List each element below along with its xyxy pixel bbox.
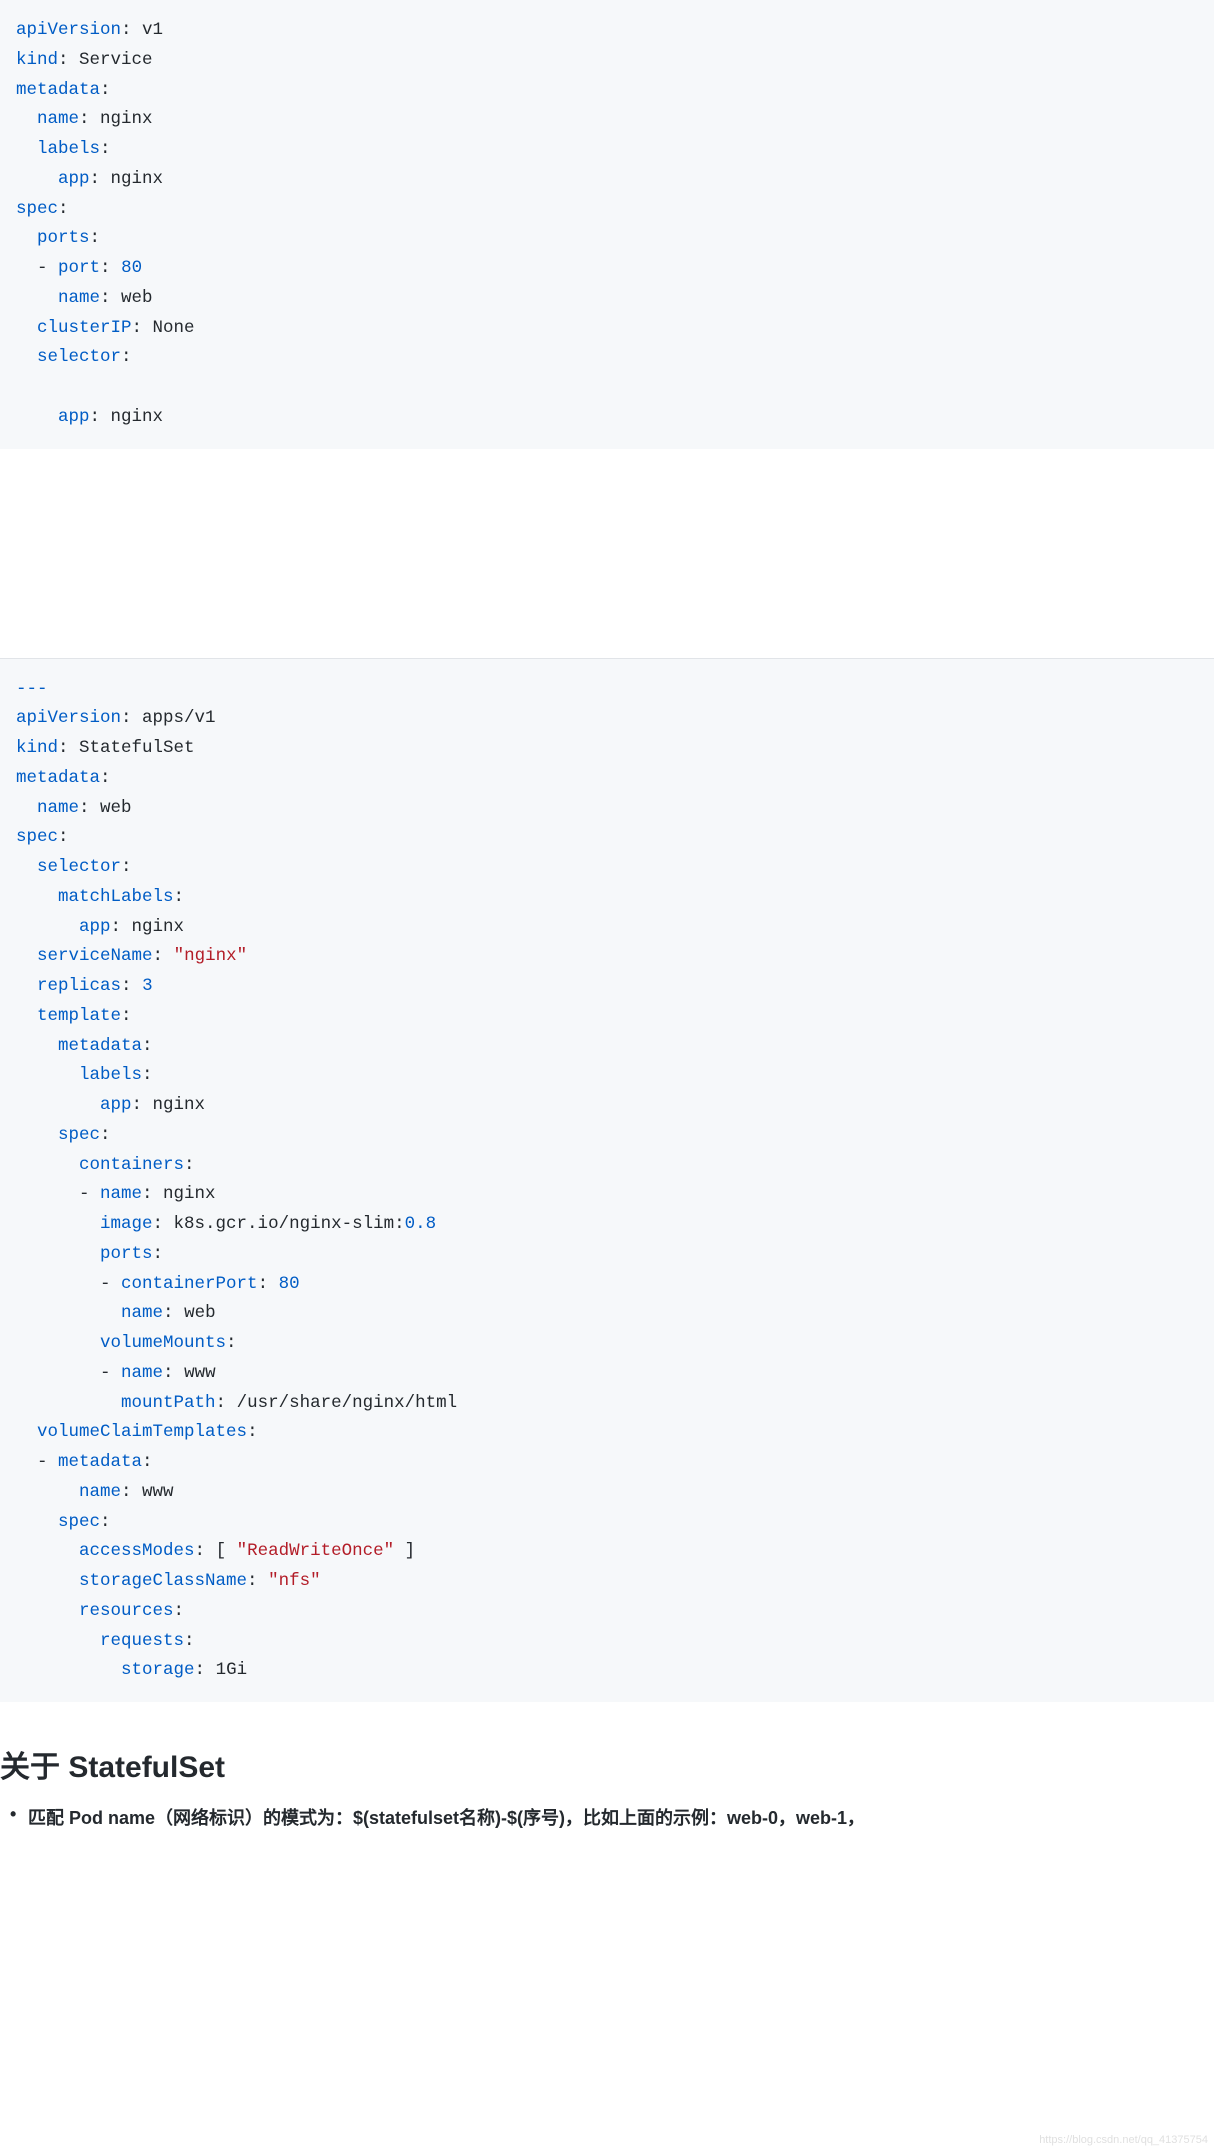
yaml-statefulset-block: --- apiVersion: apps/v1 kind: StatefulSe… bbox=[0, 659, 1214, 1703]
watermark-text: https://blog.csdn.net/qq_41375754 bbox=[1039, 2134, 1208, 2146]
yaml-service-block: apiVersion: v1 kind: Service metadata: n… bbox=[0, 0, 1214, 449]
bullet-item: 匹配 Pod name（网络标识）的模式为：$(statefulset名称)-$… bbox=[0, 1800, 1214, 1830]
separator-gap bbox=[0, 449, 1214, 659]
section-heading-statefulset: 关于 StatefulSet bbox=[0, 1702, 1214, 1800]
